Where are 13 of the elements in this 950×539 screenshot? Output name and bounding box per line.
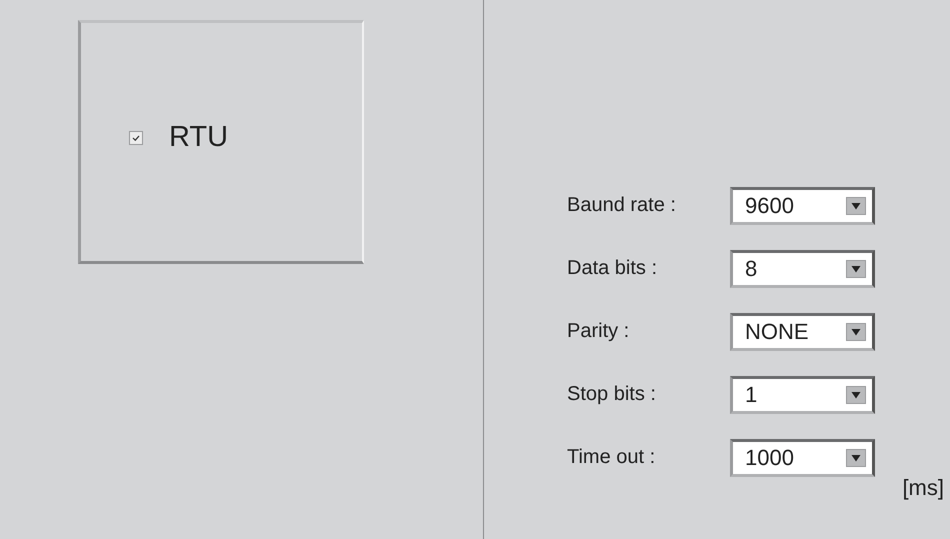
field-label: Baund rate : bbox=[567, 194, 677, 217]
dropdown[interactable]: 9600 bbox=[730, 186, 875, 224]
dropdown[interactable]: 1000 bbox=[730, 438, 875, 476]
field-label: Parity : bbox=[567, 320, 630, 343]
checkbox[interactable] bbox=[129, 130, 143, 144]
field-label: Stop bits : bbox=[567, 383, 657, 406]
unit-label: [ms] bbox=[902, 475, 944, 501]
field-label: Time out : bbox=[567, 446, 656, 469]
field-label: Data bits : bbox=[567, 257, 658, 280]
dropdown[interactable]: 1 bbox=[730, 376, 875, 414]
dropdown[interactable]: 8 bbox=[730, 250, 875, 288]
dropdown[interactable]: NONE bbox=[730, 312, 875, 350]
checkbox-label: RTU bbox=[169, 121, 228, 154]
